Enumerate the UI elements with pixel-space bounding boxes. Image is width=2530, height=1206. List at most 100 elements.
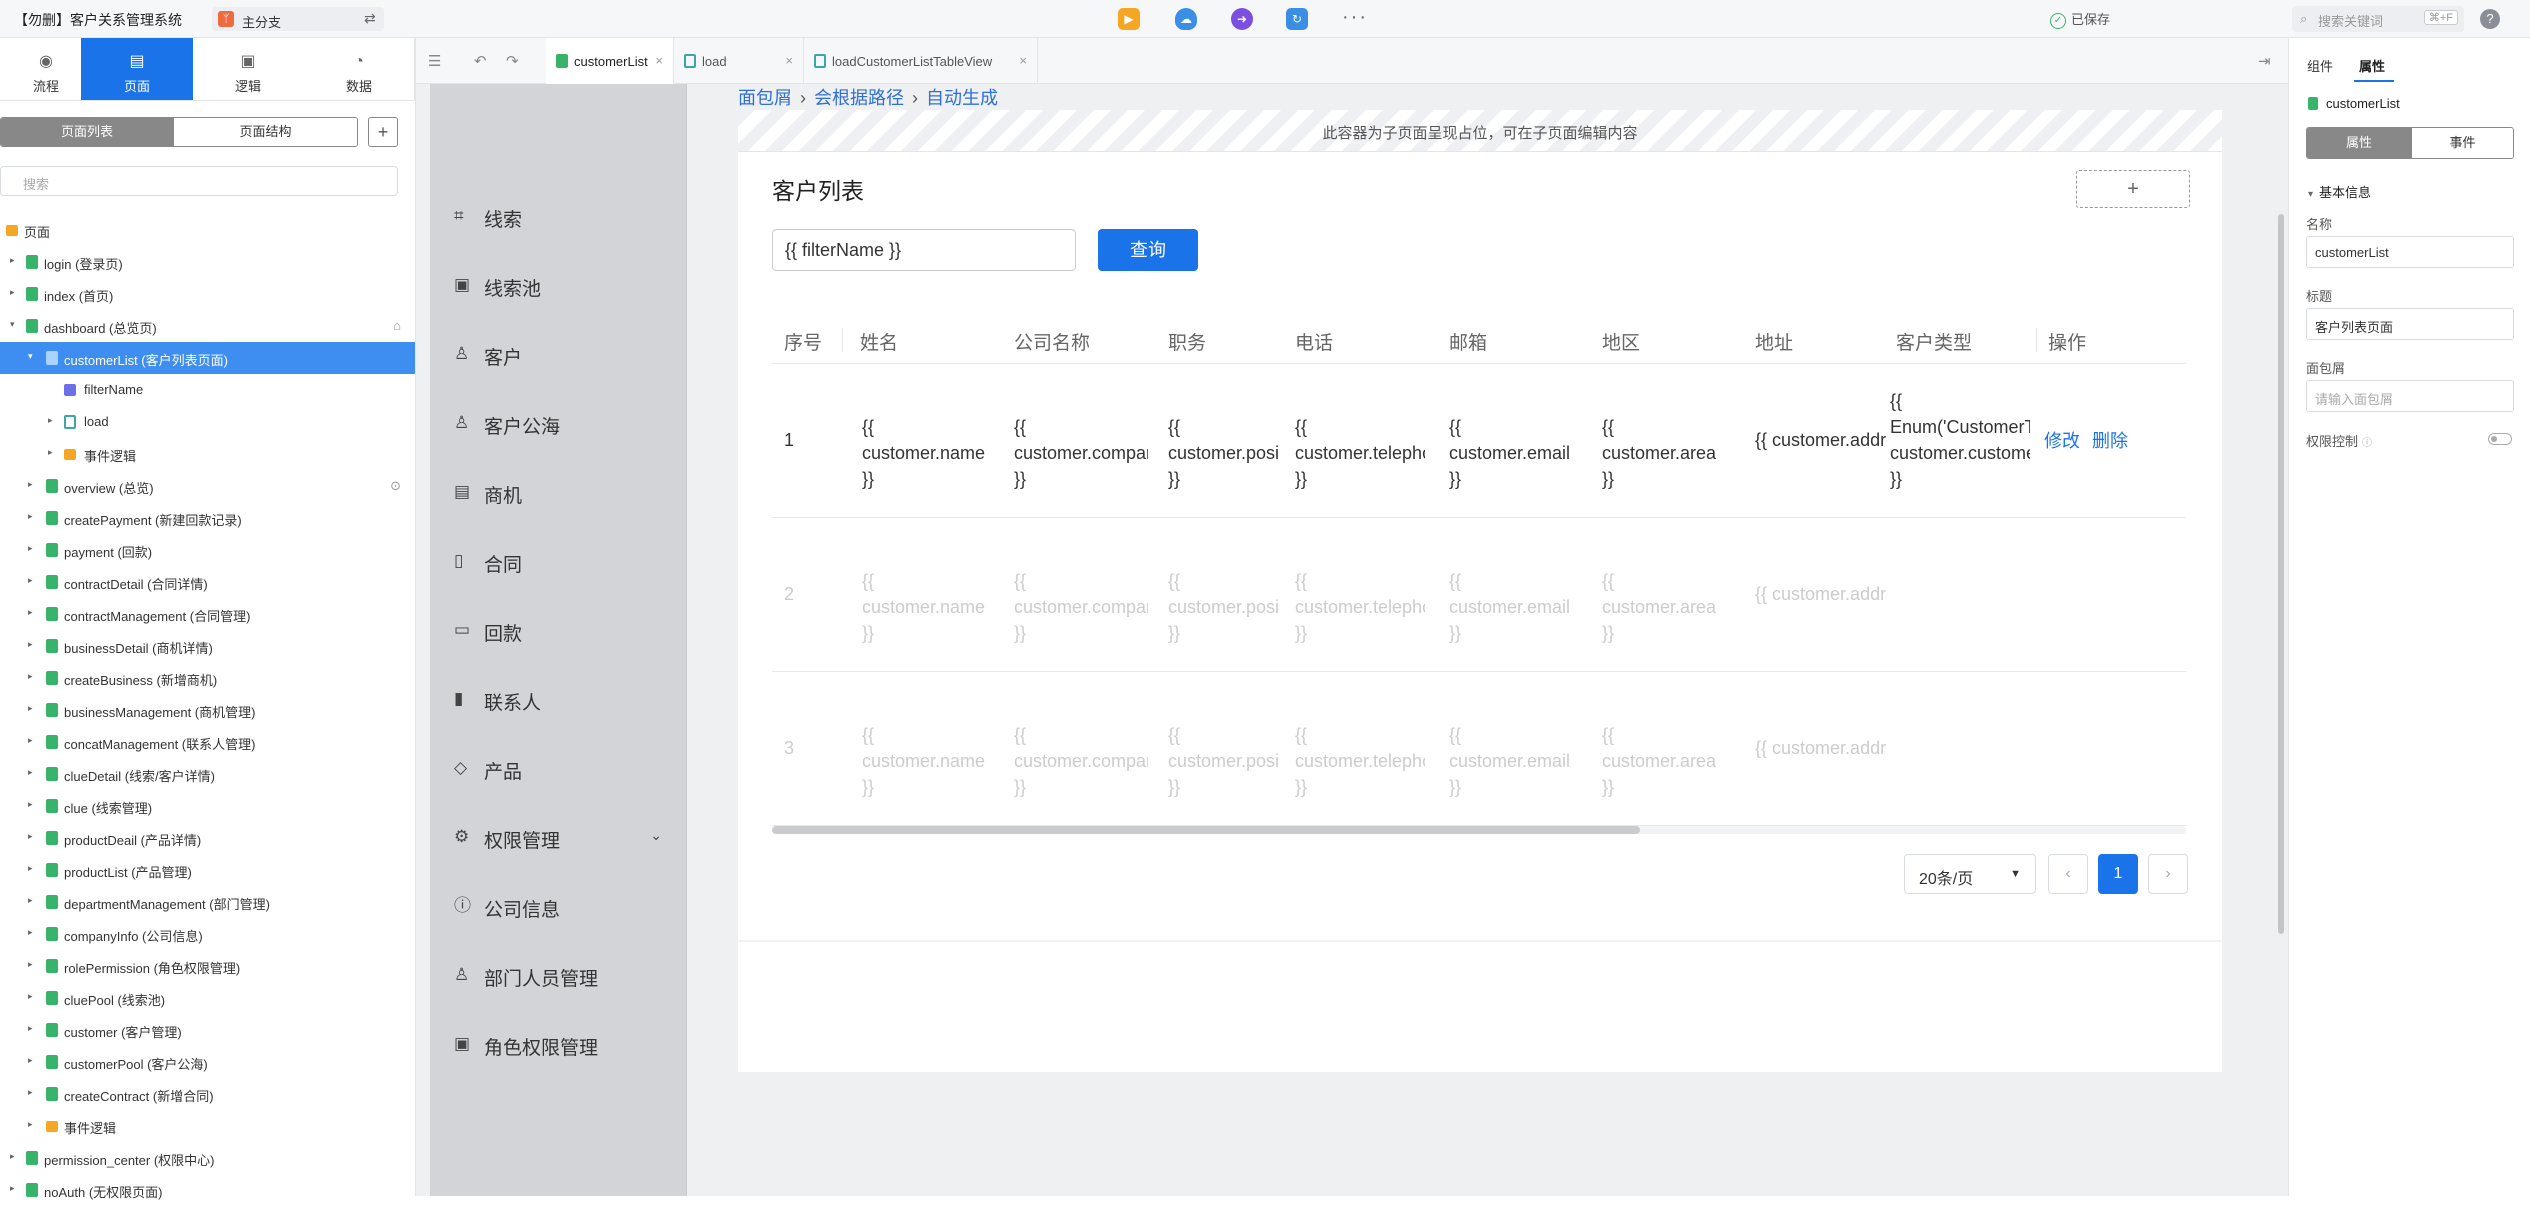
seg-page-list[interactable]: 页面列表 [1, 118, 173, 146]
query-button[interactable]: 查询 [1098, 229, 1198, 271]
caret-right-icon[interactable]: ▸ [48, 415, 58, 426]
caret-right-icon[interactable]: ▸ [28, 575, 38, 586]
tab-properties[interactable]: 属性 [2359, 56, 2385, 75]
prev-page-button[interactable]: ‹ [2048, 854, 2088, 894]
caret-right-icon[interactable]: ▸ [28, 703, 38, 714]
canvas-scrollbar[interactable] [2278, 214, 2284, 934]
caret-right-icon[interactable]: ▸ [28, 671, 38, 682]
tree-node[interactable]: ▸ 事件逻辑 [0, 438, 415, 470]
caret-right-icon[interactable]: ▸ [28, 543, 38, 554]
page-size-select[interactable]: 20条/页 ▼ [1904, 854, 2036, 894]
tab-flow[interactable]: ◉ 流程 [0, 38, 92, 100]
tab-components[interactable]: 组件 [2307, 56, 2333, 75]
table-row[interactable]: 3 {{ customer.name }} {{ customer.compan… [772, 672, 2186, 826]
tree-node[interactable]: ▸ load [0, 406, 415, 438]
subpage-placeholder[interactable]: 此容器为子页面呈现占位，可在子页面编辑内容 [738, 110, 2222, 152]
seg-page-structure[interactable]: 页面结构 [173, 118, 357, 146]
edit-link[interactable]: 修改 [2044, 427, 2080, 453]
tab-page[interactable]: ▤ 页面 [81, 38, 193, 100]
caret-right-icon[interactable]: ▸ [28, 639, 38, 650]
tree-node[interactable]: ▸ customerPool (客户公海) [0, 1046, 415, 1078]
caret-right-icon[interactable]: ▸ [28, 959, 38, 970]
branch-selector[interactable]: ᛘ 主分支 ⇄ [212, 7, 384, 31]
tree-node[interactable]: ▸ concatManagement (联系人管理) [0, 726, 415, 758]
nav-item[interactable]: ⚙ 权限管理 ⌄ [454, 819, 662, 859]
page-number-button[interactable]: 1 [2098, 854, 2138, 894]
caret-right-icon[interactable]: ▸ [10, 1183, 20, 1194]
refresh-icon[interactable]: ↻ [1286, 8, 1308, 30]
editor-tab-loadCustomerListTableView[interactable]: loadCustomerListTableView × [804, 38, 1038, 84]
caret-right-icon[interactable]: ▸ [10, 255, 20, 266]
caret-right-icon[interactable]: ▸ [28, 767, 38, 778]
publish-icon[interactable]: ➜ [1231, 8, 1253, 30]
breadcrumb-input[interactable]: 请输入面包屑 [2306, 380, 2514, 412]
tree-node[interactable]: ▸ noAuth (无权限页面) [0, 1174, 415, 1206]
tree-node[interactable]: ▾ dashboard (总览页) ⌂ [0, 310, 415, 342]
tree-node[interactable]: ▸ productList (产品管理) [0, 854, 415, 886]
breadcrumb-item[interactable]: 面包屑 [738, 88, 792, 108]
tree-node[interactable]: ▸ companyInfo (公司信息) [0, 918, 415, 950]
tree-node[interactable]: ▸ login (登录页) [0, 246, 415, 278]
tree-node[interactable]: ▸ productDeail (产品详情) [0, 822, 415, 854]
permission-toggle[interactable] [2488, 433, 2512, 445]
tree-node[interactable]: ▸ contractManagement (合同管理) [0, 598, 415, 630]
caret-right-icon[interactable]: ▸ [48, 447, 58, 458]
table-scrollbar[interactable] [772, 826, 1640, 834]
tree-node[interactable]: ▸ cluePool (线索池) [0, 982, 415, 1014]
tree-node[interactable]: ▸ clueDetail (线索/客户详情) [0, 758, 415, 790]
caret-right-icon[interactable]: ▸ [28, 735, 38, 746]
table-row[interactable]: 1 {{ customer.name }} {{ customer.compan… [772, 364, 2186, 518]
tab-logic[interactable]: ▣ 逻辑 [202, 38, 294, 100]
tree-node[interactable]: ▸ customer (客户管理) [0, 1014, 415, 1046]
caret-down-icon[interactable]: ▾ [10, 319, 20, 330]
caret-right-icon[interactable]: ▸ [28, 991, 38, 1002]
tab-data[interactable]: ◔ 数据 [313, 38, 405, 100]
title-input[interactable]: 客户列表页面 [2306, 308, 2514, 340]
tree-node[interactable]: ▸ contractDetail (合同详情) [0, 566, 415, 598]
next-page-button[interactable]: › [2148, 854, 2188, 894]
section-header[interactable]: ▾ 基本信息 [2308, 182, 2371, 201]
tree-node[interactable]: 页面 [0, 214, 415, 246]
more-icon[interactable]: ··· [1342, 6, 1368, 29]
play-icon[interactable]: ▶ [1118, 8, 1140, 30]
add-page-button[interactable]: + [368, 117, 398, 147]
caret-right-icon[interactable]: ▸ [28, 927, 38, 938]
name-input[interactable]: customerList [2306, 236, 2514, 268]
help-icon[interactable]: ? [2480, 9, 2500, 29]
caret-right-icon[interactable]: ▸ [28, 1023, 38, 1034]
tree-node[interactable]: ▸ clue (线索管理) [0, 790, 415, 822]
editor-tab-customerList[interactable]: customerList × [546, 38, 674, 84]
tree-node[interactable]: ▸ businessDetail (商机详情) [0, 630, 415, 662]
caret-right-icon[interactable]: ▸ [28, 895, 38, 906]
caret-right-icon[interactable]: ▸ [28, 479, 38, 490]
tree-node[interactable]: ▸ overview (总览) ⊙ [0, 470, 415, 502]
seg-events[interactable]: 事件 [2411, 128, 2513, 158]
caret-right-icon[interactable]: ▸ [28, 1119, 38, 1130]
caret-right-icon[interactable]: ▸ [28, 1087, 38, 1098]
collapse-panel-icon[interactable]: ☰ [428, 52, 441, 70]
tree-node[interactable]: ▸ createBusiness (新增商机) [0, 662, 415, 694]
tree-node[interactable]: filterName [0, 374, 415, 406]
caret-right-icon[interactable]: ▸ [28, 1055, 38, 1066]
table-row[interactable]: 2 {{ customer.name }} {{ customer.compan… [772, 518, 2186, 672]
caret-right-icon[interactable]: ▸ [28, 831, 38, 842]
caret-down-icon[interactable]: ▾ [28, 351, 38, 362]
tree-node[interactable]: ▸ permission_center (权限中心) [0, 1142, 415, 1174]
breadcrumb-item[interactable]: 会根据路径 [814, 88, 904, 108]
breadcrumb-item[interactable]: 自动生成 [926, 88, 998, 108]
delete-link[interactable]: 删除 [2092, 427, 2128, 453]
undo-icon[interactable]: ↶ [474, 52, 487, 70]
tree-node[interactable]: ▸ payment (回款) [0, 534, 415, 566]
tree-node-selected[interactable]: ▾ customerList (客户列表页面) [0, 342, 415, 374]
page-search-input[interactable]: 搜索 [0, 166, 398, 196]
caret-right-icon[interactable]: ▸ [28, 511, 38, 522]
redo-icon[interactable]: ↷ [506, 52, 519, 70]
caret-right-icon[interactable]: ▸ [10, 1151, 20, 1162]
tree-node[interactable]: ▸ departmentManagement (部门管理) [0, 886, 415, 918]
tree-node[interactable]: ▸ createPayment (新建回款记录) [0, 502, 415, 534]
switch-icon[interactable]: ⇄ [364, 10, 376, 27]
caret-right-icon[interactable]: ▸ [28, 863, 38, 874]
filter-name-input[interactable]: {{ filterName }} [772, 229, 1076, 271]
caret-right-icon[interactable]: ▸ [28, 607, 38, 618]
tree-node[interactable]: ▸ rolePermission (角色权限管理) [0, 950, 415, 982]
